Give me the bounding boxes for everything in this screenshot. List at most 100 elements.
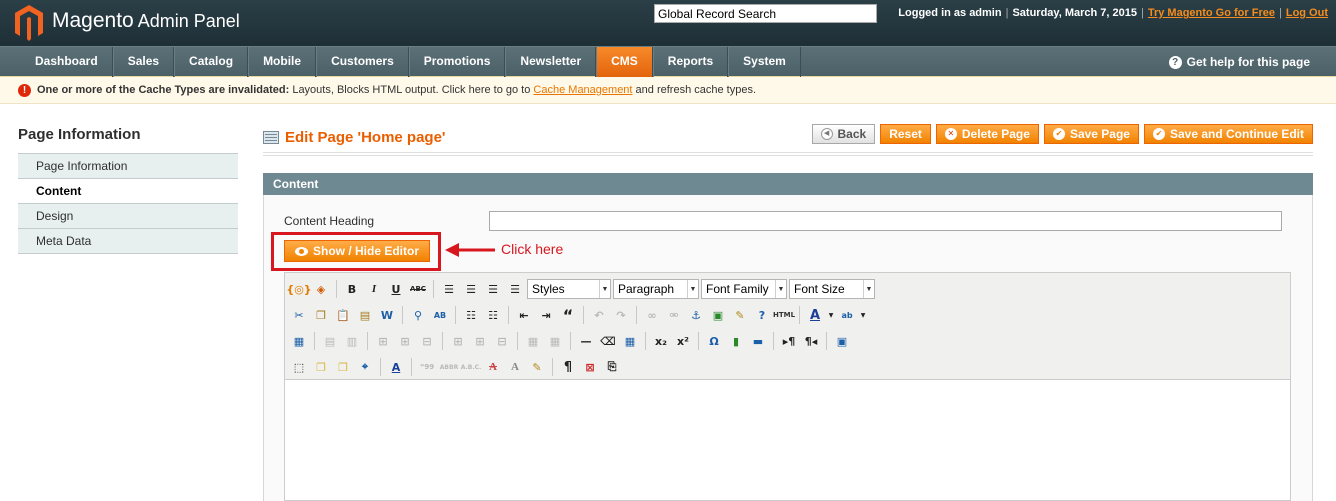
superscript-icon[interactable]: x² (673, 331, 693, 351)
strikethrough-icon[interactable]: ABC (408, 279, 428, 299)
insert-text-icon[interactable]: A (505, 357, 525, 377)
fullscreen-icon[interactable]: ▣ (832, 331, 852, 351)
replace-icon[interactable]: AB (430, 305, 450, 325)
copy-icon[interactable]: ❐ (311, 305, 331, 325)
nav-dashboard[interactable]: Dashboard (21, 47, 113, 77)
editor-content-area[interactable] (285, 379, 1290, 500)
tab-page-information[interactable]: Page Information (18, 154, 238, 179)
indent-icon[interactable]: ⇥ (536, 305, 556, 325)
format-select[interactable]: Paragraph ▼ (613, 279, 699, 299)
nav-sales[interactable]: Sales (112, 47, 175, 77)
back-button[interactable]: ◀ Back (811, 124, 876, 144)
abbr-icon[interactable]: ABBR (439, 357, 459, 377)
help-circle-icon[interactable]: ? (752, 305, 772, 325)
tab-meta-data[interactable]: Meta Data (18, 229, 238, 254)
redo-icon[interactable]: ↷ (611, 305, 631, 325)
subscript-icon[interactable]: x₂ (651, 331, 671, 351)
row-props-icon[interactable]: ▤ (320, 331, 340, 351)
nav-newsletter[interactable]: Newsletter (505, 47, 597, 77)
non-breaking-icon[interactable]: ⊠ (580, 357, 600, 377)
nav-cms[interactable]: CMS (596, 47, 653, 77)
insert-col-after-icon[interactable]: ⊞ (470, 331, 490, 351)
outdent-icon[interactable]: ⇤ (514, 305, 534, 325)
visual-aid-icon[interactable]: ▦ (620, 331, 640, 351)
italic-icon[interactable]: I (364, 279, 384, 299)
bullet-list-icon[interactable]: ☷ (461, 305, 481, 325)
nav-customers[interactable]: Customers (316, 47, 409, 77)
content-heading-input[interactable] (489, 211, 1282, 231)
show-blocks-icon[interactable]: ¶ (558, 357, 578, 377)
page-break-icon[interactable]: ⎘ (602, 357, 622, 377)
cut-icon[interactable]: ✂ (289, 305, 309, 325)
styles-props-icon[interactable]: A (386, 357, 406, 377)
tab-content[interactable]: Content (18, 179, 238, 204)
text-color-icon[interactable]: A (805, 305, 825, 325)
find-icon[interactable]: ⚲ (408, 305, 428, 325)
insert-row-after-icon[interactable]: ⊞ (395, 331, 415, 351)
attributes-icon[interactable]: ✎ (527, 357, 547, 377)
delete-col-icon[interactable]: ⊟ (492, 331, 512, 351)
cite-icon[interactable]: “99 (417, 357, 437, 377)
split-cells-icon[interactable]: ▦ (523, 331, 543, 351)
nav-promotions[interactable]: Promotions (408, 47, 506, 77)
delete-row-icon[interactable]: ⊟ (417, 331, 437, 351)
paste-icon[interactable]: 📋 (333, 305, 353, 325)
move-forward-icon[interactable]: ❐ (311, 357, 331, 377)
paste-text-icon[interactable]: ▤ (355, 305, 375, 325)
insert-row-before-icon[interactable]: ⊞ (373, 331, 393, 351)
help-link[interactable]: ? Get help for this page (1168, 47, 1310, 77)
numbered-list-icon[interactable]: ☷ (483, 305, 503, 325)
ltr-icon[interactable]: ▸¶ (779, 331, 799, 351)
dropdown-arrow-icon[interactable]: ▼ (859, 305, 867, 325)
align-left-icon[interactable]: ☰ (439, 279, 459, 299)
bold-icon[interactable]: B (342, 279, 362, 299)
nav-reports[interactable]: Reports (652, 47, 729, 77)
font-size-select[interactable]: Font Size ▼ (789, 279, 875, 299)
insert-layer-icon[interactable]: ⬚ (289, 357, 309, 377)
styles-select[interactable]: Styles ▼ (527, 279, 611, 299)
link-icon[interactable]: ∞ (642, 305, 662, 325)
media-icon[interactable]: ▮ (726, 331, 746, 351)
global-search-input[interactable] (654, 4, 877, 23)
try-magento-link[interactable]: Try Magento Go for Free (1148, 7, 1275, 19)
move-backward-icon[interactable]: ❐ (333, 357, 353, 377)
nav-catalog[interactable]: Catalog (174, 47, 249, 77)
insert-col-before-icon[interactable]: ⊞ (448, 331, 468, 351)
acronym-icon[interactable]: A.B.C. (461, 357, 482, 377)
save-continue-button[interactable]: ✔ Save and Continue Edit (1143, 124, 1313, 144)
dropdown-arrow-icon[interactable]: ▼ (827, 305, 835, 325)
nav-system[interactable]: System (728, 47, 801, 77)
delete-text-icon[interactable]: A (483, 357, 503, 377)
save-page-button[interactable]: ✔ Save Page (1043, 124, 1139, 144)
unlink-icon[interactable]: ⚮ (664, 305, 684, 325)
delete-page-button[interactable]: ✕ Delete Page (935, 124, 1039, 144)
reset-button[interactable]: Reset (880, 124, 931, 144)
logout-link[interactable]: Log Out (1286, 7, 1328, 19)
undo-icon[interactable]: ↶ (589, 305, 609, 325)
html-source-icon[interactable]: HTML (773, 305, 795, 325)
blockquote-icon[interactable]: “ (558, 305, 578, 325)
cleanup-icon[interactable]: ✎ (730, 305, 750, 325)
insert-table-icon[interactable]: ▦ (289, 331, 309, 351)
insert-widget-icon[interactable]: {◎} (286, 279, 311, 299)
insert-variable-icon[interactable]: ◈ (311, 279, 331, 299)
underline-icon[interactable]: U (386, 279, 406, 299)
rtl-icon[interactable]: ¶◂ (801, 331, 821, 351)
show-hide-editor-button[interactable]: Show / Hide Editor (284, 240, 430, 262)
paste-word-icon[interactable]: W (377, 305, 397, 325)
align-right-icon[interactable]: ☰ (483, 279, 503, 299)
font-family-select[interactable]: Font Family ▼ (701, 279, 787, 299)
cell-props-icon[interactable]: ▥ (342, 331, 362, 351)
layer-icon[interactable]: ▬ (748, 331, 768, 351)
image-icon[interactable]: ▣ (708, 305, 728, 325)
align-justify-icon[interactable]: ☰ (505, 279, 525, 299)
special-char-icon[interactable]: Ω (704, 331, 724, 351)
horizontal-rule-icon[interactable]: — (576, 331, 596, 351)
remove-format-icon[interactable]: ⌫ (598, 331, 618, 351)
nav-mobile[interactable]: Mobile (248, 47, 317, 77)
merge-cells-icon[interactable]: ▦ (545, 331, 565, 351)
absolute-position-icon[interactable]: ⌖ (355, 357, 375, 377)
tab-design[interactable]: Design (18, 204, 238, 229)
cache-management-link[interactable]: Cache Management (533, 84, 632, 96)
highlight-color-icon[interactable]: ab (837, 305, 857, 325)
